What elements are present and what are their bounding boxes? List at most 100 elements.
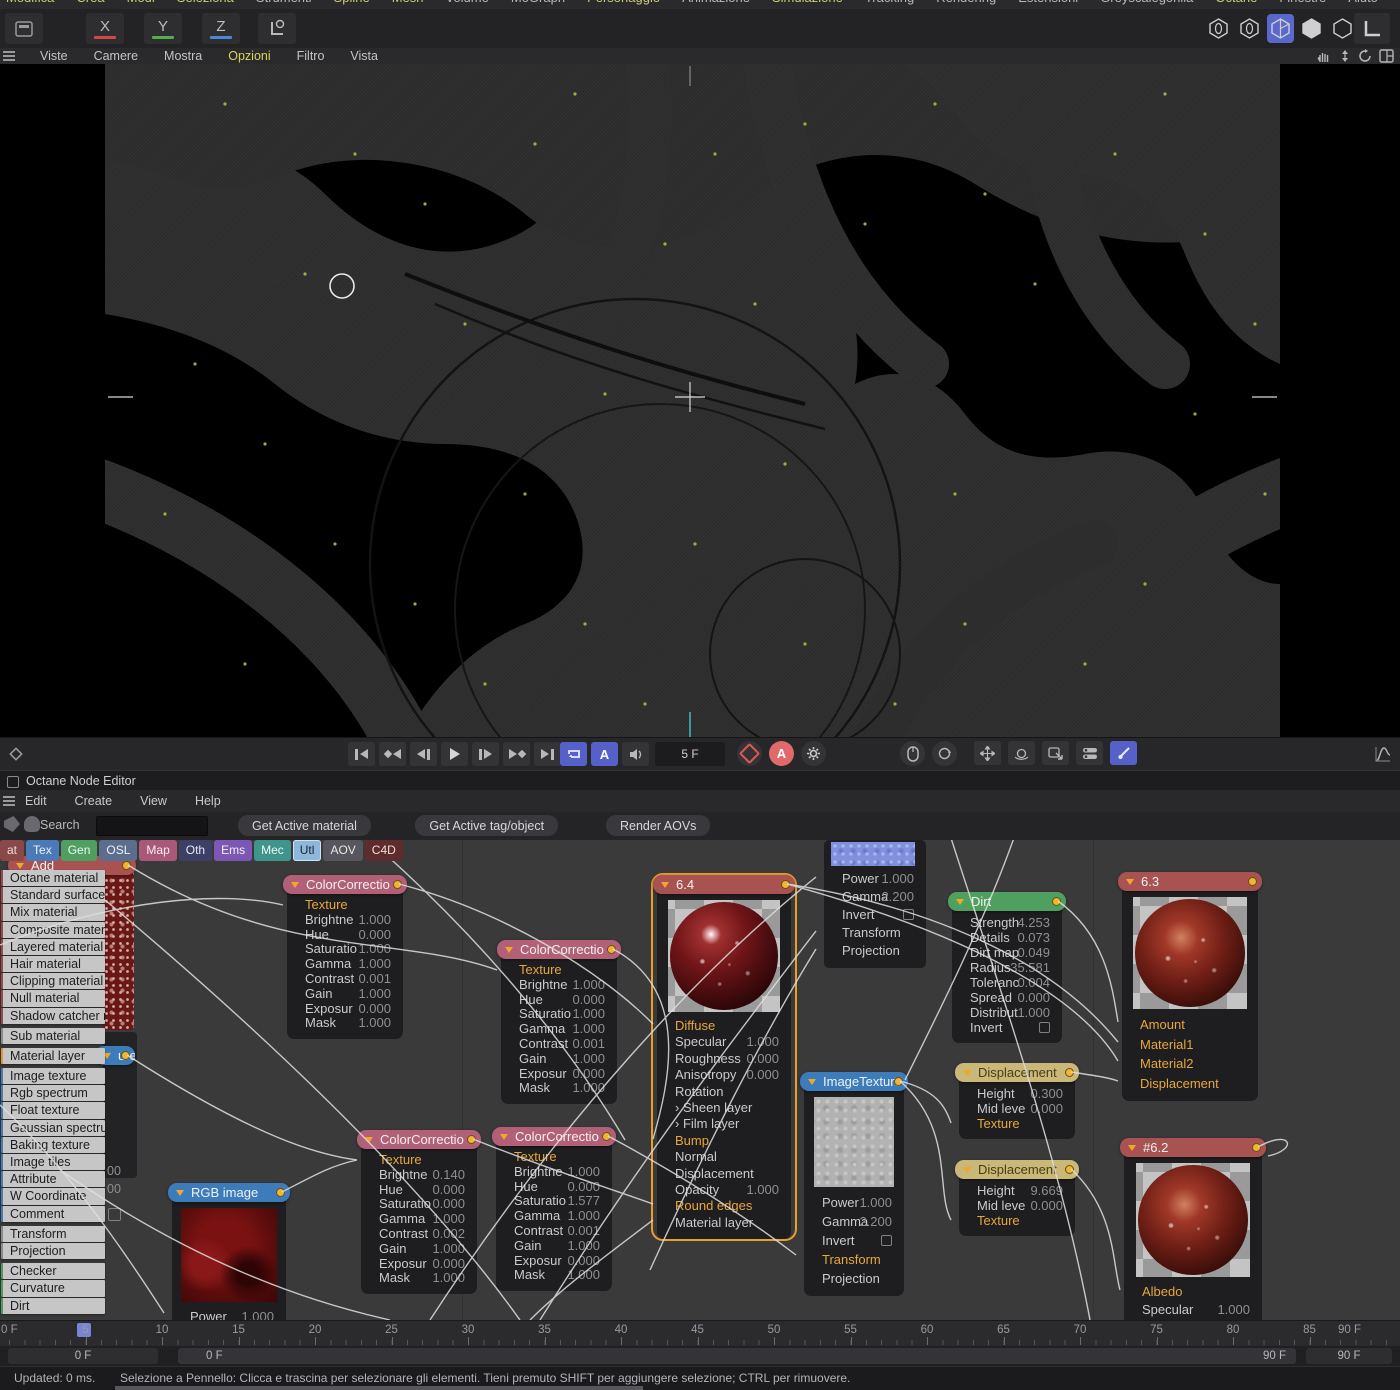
node-colorcorrection-4[interactable]: ColorCorrectioTextureBrightne1.000Hue0.0…	[492, 1127, 616, 1291]
editor-menu-view[interactable]: View	[140, 792, 167, 810]
param-hue[interactable]: Hue0.000	[506, 993, 612, 1008]
param-transform[interactable]: Transform	[809, 1250, 899, 1269]
param-dirt-map[interactable]: Dirt map0.049	[957, 945, 1057, 960]
node-header[interactable]: 6.4	[653, 875, 795, 894]
param-exposur[interactable]: Exposur0.000	[501, 1254, 607, 1269]
range-slider[interactable]: 0 F 90 F	[178, 1348, 1296, 1364]
viewport-3d[interactable]: Y X Z	[0, 64, 1400, 737]
menu-tracking[interactable]: Tracking	[865, 0, 914, 7]
next-frame-button[interactable]	[472, 742, 499, 766]
display-mode-button-4[interactable]	[1298, 14, 1325, 43]
param-saturatio[interactable]: Saturatio0.000	[366, 1197, 472, 1212]
param-exposur[interactable]: Exposur0.000	[292, 1002, 398, 1017]
menu-seleziona[interactable]: Seleziona	[177, 0, 234, 7]
menu-personaggio[interactable]: Personaggio	[587, 0, 660, 7]
node-colorcorrection-3[interactable]: ColorCorrectioTextureBrightne0.140Hue0.0…	[357, 1130, 481, 1294]
panel-toggle-button[interactable]	[5, 13, 43, 44]
param-mid-leve[interactable]: Mid leve0.000	[964, 1101, 1070, 1116]
goto-start-button[interactable]	[348, 742, 375, 766]
output-port[interactable]	[1065, 1165, 1074, 1174]
param-gain[interactable]: Gain1.000	[501, 1239, 607, 1254]
fcurve-icon[interactable]	[1374, 745, 1392, 763]
collapse-triangle-icon[interactable]	[963, 1070, 971, 1080]
param-gamma[interactable]: Gamma1.000	[506, 1022, 612, 1037]
param-invert[interactable]: Invert	[829, 906, 921, 924]
param-roughness[interactable]: Roughness	[1129, 1319, 1257, 1320]
param-sheen-layer[interactable]: › Sheen layer	[662, 1100, 786, 1116]
param-invert[interactable]: Invert	[957, 1020, 1057, 1035]
collapse-triangle-icon[interactable]	[963, 1167, 971, 1177]
param-power[interactable]: Power1.000	[829, 870, 921, 888]
param-height[interactable]: Height0.300	[964, 1086, 1070, 1101]
menu-volume[interactable]: Volume	[445, 0, 488, 7]
tab-gen[interactable]: Gen	[61, 840, 98, 861]
param-bump[interactable]: Bump	[662, 1133, 786, 1149]
orbit-tool-button[interactable]	[1008, 741, 1035, 765]
node-header[interactable]: ImageTexture	[800, 1072, 908, 1091]
param-checkbox[interactable]	[1039, 1022, 1050, 1033]
menu-finestre[interactable]: Finestre	[1279, 0, 1326, 7]
param-mid-leve[interactable]: Mid leve0.000	[964, 1198, 1070, 1213]
button-get-active-material[interactable]: Get Active material	[238, 815, 371, 836]
button-get-active-tag-object[interactable]: Get Active tag/object	[415, 815, 558, 836]
collapse-triangle-icon[interactable]	[176, 1190, 184, 1200]
param-texture[interactable]: Texture	[292, 898, 398, 913]
param-gamma[interactable]: Gamma2.200	[829, 888, 921, 906]
param-specular[interactable]: Specular1.000	[662, 1034, 786, 1050]
param-radius[interactable]: Radius35.581	[957, 960, 1057, 975]
axis-view-button[interactable]	[1354, 13, 1390, 44]
param-material-layer[interactable]: Material layer	[662, 1215, 786, 1231]
param-checkbox[interactable]	[881, 1235, 892, 1246]
node-displacement-2[interactable]: DisplacementHeight9.669Mid leve0.000Text…	[955, 1160, 1079, 1236]
menu-item-layered-material[interactable]: Layered material	[1, 939, 105, 955]
param-material2[interactable]: Material2	[1127, 1054, 1253, 1074]
menu-item-image-texture[interactable]: Image texture	[1, 1068, 105, 1084]
param-projection[interactable]: Projection	[809, 1269, 899, 1288]
param-distribut[interactable]: Distribut1.000	[957, 1005, 1057, 1020]
menu-item-checker[interactable]: Checker	[1, 1263, 105, 1279]
display-mode-button-2[interactable]	[1236, 14, 1263, 43]
param-brightne[interactable]: Brightne0.140	[366, 1168, 472, 1183]
output-port[interactable]	[781, 880, 790, 889]
param-contrast[interactable]: Contrast0.001	[292, 972, 398, 987]
search-input[interactable]	[96, 816, 208, 836]
menu-item-material-layer[interactable]: Material layer	[1, 1048, 105, 1064]
param-brightne[interactable]: Brightne1.000	[292, 913, 398, 928]
output-port[interactable]	[1052, 897, 1061, 906]
tab-map[interactable]: Map	[139, 840, 176, 861]
param-mask[interactable]: Mask1.000	[501, 1268, 607, 1283]
node-header[interactable]: #6.2	[1120, 1138, 1266, 1157]
param-contrast[interactable]: Contrast0.002	[366, 1227, 472, 1242]
param-hue[interactable]: Hue0.000	[292, 928, 398, 943]
param-exposur[interactable]: Exposur0.000	[506, 1067, 612, 1082]
viewport-menu-vista[interactable]: Vista	[350, 48, 378, 64]
tab-utl[interactable]: Utl	[293, 840, 322, 861]
viewport-menu-opzioni[interactable]: Opzioni	[228, 48, 270, 64]
editor-menu-edit[interactable]: Edit	[25, 792, 47, 810]
screen-project-button[interactable]	[1042, 741, 1069, 765]
menu-item-comment[interactable]: Comment	[1, 1206, 105, 1222]
param-strength[interactable]: Strength4.253	[957, 915, 1057, 930]
mouse-mode-button[interactable]	[900, 741, 925, 766]
node-dirt[interactable]: DirtStrength4.253Details0.073Dirt map0.0…	[948, 892, 1066, 1043]
tab-c4d[interactable]: C4D	[365, 840, 403, 861]
param-gain[interactable]: Gain1.000	[506, 1052, 612, 1067]
tab-aov[interactable]: AOV	[323, 840, 362, 861]
param-mask[interactable]: Mask1.000	[292, 1016, 398, 1031]
editor-menu-create[interactable]: Create	[75, 792, 113, 810]
param-diffuse[interactable]: Diffuse	[662, 1018, 786, 1034]
button-render-aovs[interactable]: Render AOVs	[606, 815, 710, 836]
menu-spline[interactable]: Spline	[334, 0, 370, 7]
param-mask[interactable]: Mask1.000	[506, 1081, 612, 1096]
param-mask[interactable]: Mask1.000	[366, 1271, 472, 1286]
param-height[interactable]: Height9.669	[964, 1183, 1070, 1198]
output-port[interactable]	[1065, 1068, 1074, 1077]
tab-tex[interactable]: Tex	[26, 840, 59, 861]
menu-item-null-material[interactable]: Null material	[1, 990, 105, 1006]
collapse-triangle-icon[interactable]	[1128, 1145, 1136, 1155]
menu-item-transform[interactable]: Transform	[1, 1226, 105, 1242]
pan-hand-icon[interactable]	[1316, 49, 1332, 63]
axis-lock-x[interactable]: X	[86, 13, 124, 44]
param-texture[interactable]: Texture	[964, 1213, 1070, 1228]
menu-rendering[interactable]: Rendering	[936, 0, 996, 7]
